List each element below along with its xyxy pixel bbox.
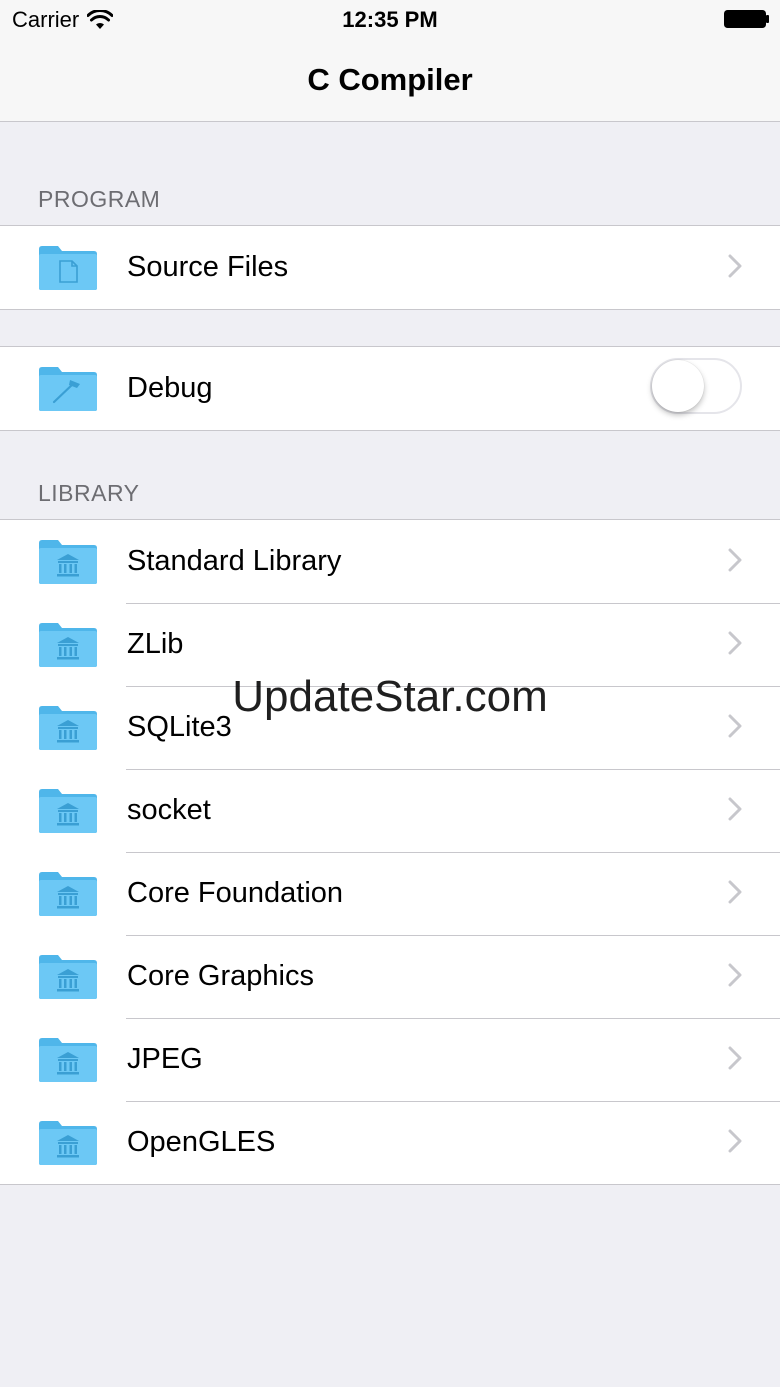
chevron-right-icon <box>728 1129 742 1153</box>
list-item-debug: Debug <box>0 347 780 430</box>
chevron-right-icon <box>728 548 742 572</box>
chevron-right-icon <box>728 631 742 655</box>
chevron-right-icon <box>728 714 742 738</box>
chevron-right-icon <box>728 880 742 904</box>
list-item-label: Core Graphics <box>127 960 314 992</box>
chevron-right-icon <box>728 963 742 987</box>
list-item-label: JPEG <box>127 1043 203 1075</box>
list-item-label: ZLib <box>127 628 184 660</box>
folder-library-icon <box>39 955 97 999</box>
chevron-right-icon <box>728 797 742 821</box>
folder-library-icon <box>39 540 97 584</box>
list-item-label: SQLite3 <box>127 711 232 743</box>
list-item-core-graphics[interactable]: Core Graphics <box>0 935 780 1018</box>
folder-library-icon <box>39 1121 97 1165</box>
program-group: Source Files <box>0 225 780 310</box>
list-item-core-foundation[interactable]: Core Foundation <box>0 852 780 935</box>
folder-library-icon <box>39 706 97 750</box>
list-item-zlib[interactable]: ZLib <box>0 603 780 686</box>
list-item-label: Core Foundation <box>127 877 344 909</box>
folder-library-icon <box>39 872 97 916</box>
toggle-knob <box>652 360 704 412</box>
list-item-label: Standard Library <box>127 545 342 577</box>
list-item-label: socket <box>127 794 211 826</box>
battery-icon <box>724 10 769 28</box>
chevron-right-icon <box>728 1046 742 1070</box>
list-item-label: Debug <box>127 372 213 404</box>
page-title: C Compiler <box>307 62 473 97</box>
list-item-label: Source Files <box>127 251 289 283</box>
status-bar: Carrier 12:35 PM <box>0 0 780 40</box>
screen: Carrier 12:35 PM C Compiler PROGRAM Sour… <box>0 0 780 1387</box>
list-item-source-files[interactable]: Source Files <box>0 226 780 309</box>
list-item-sqlite3[interactable]: SQLite3 <box>0 686 780 769</box>
folder-library-icon <box>39 623 97 667</box>
section-header-program: PROGRAM <box>38 186 161 212</box>
folder-document-icon <box>39 246 97 290</box>
section-header-library: LIBRARY <box>38 480 140 506</box>
list-item-label: OpenGLES <box>127 1126 276 1158</box>
folder-library-icon <box>39 789 97 833</box>
list-item-socket[interactable]: socket <box>0 769 780 852</box>
list-item-jpeg[interactable]: JPEG <box>0 1018 780 1101</box>
folder-library-icon <box>39 1038 97 1082</box>
status-time: 12:35 PM <box>342 7 438 32</box>
list-item-opengles[interactable]: OpenGLES <box>0 1101 780 1184</box>
debug-group: Debug <box>0 346 780 431</box>
folder-hammer-icon <box>39 367 97 411</box>
library-group: Standard Library ZLib SQLite3 socket Core Fo… <box>0 519 780 1185</box>
chevron-right-icon <box>728 254 742 278</box>
navigation-bar: C Compiler <box>0 40 780 122</box>
list-item-standard-library[interactable]: Standard Library <box>0 520 780 603</box>
debug-toggle[interactable] <box>650 358 742 414</box>
